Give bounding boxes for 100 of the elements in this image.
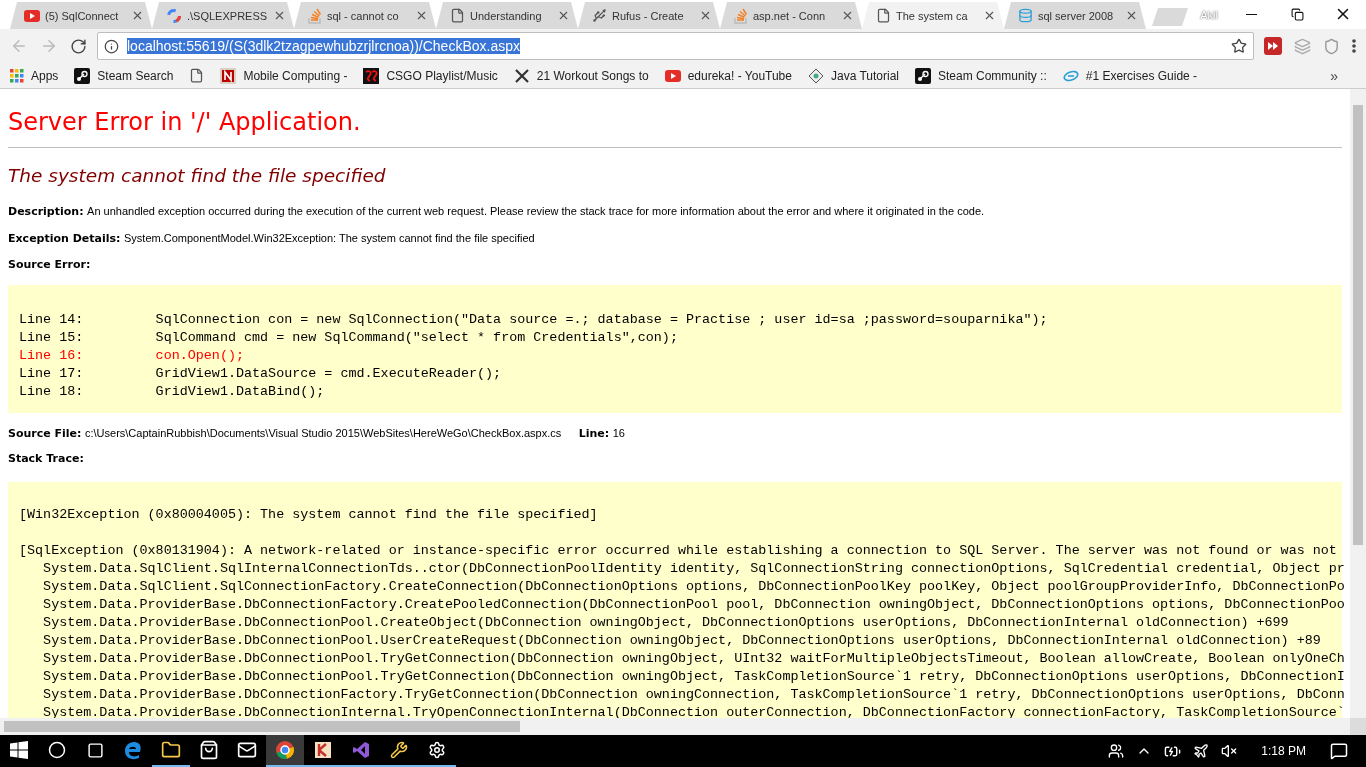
stack-trace-line: System.Data.ProviderBase.DbConnectionFactory.CreatePooledConnection(DbConnectionPool pool, DbConnection owningObject, DbConnectionOptions options, DbConnectionPoo xyxy=(42,596,1342,614)
more-bookmarks-button[interactable]: » xyxy=(1330,67,1338,84)
field-label: Line: xyxy=(578,427,610,440)
fast-forward-icon xyxy=(1264,37,1282,55)
close-icon[interactable] xyxy=(415,9,428,22)
layers-icon xyxy=(1294,37,1311,55)
error-detail: Description: An unhandled exception occurred during the execution of the current web request. Please review the stack trace for more information about the error and where it originated in the code. xyxy=(8,204,986,219)
wave-logo-icon xyxy=(363,67,380,84)
bookmark[interactable]: Java Tutorial xyxy=(807,67,899,84)
menu-icon xyxy=(1352,39,1356,53)
page-heading: Server Error in '/' Application. xyxy=(8,107,362,137)
shield-icon xyxy=(1323,37,1340,55)
notification-icon[interactable] xyxy=(1330,742,1348,760)
close-icon[interactable] xyxy=(273,9,286,22)
stack-trace-line: System.Data.ProviderBase.DbConnectionPool.TryGetConnection(DbConnection owningObject, TaskCompletionSource`1 retry, DbConnectionOptions userOptions, DbConnectionI xyxy=(42,668,1342,686)
page-icon xyxy=(189,68,205,83)
folder-icon xyxy=(161,740,181,760)
close-icon[interactable] xyxy=(1125,9,1138,22)
k-logo-icon xyxy=(313,740,333,760)
play-icon xyxy=(24,9,40,22)
browser-tab[interactable]: Understanding xyxy=(436,2,578,29)
clock[interactable]: 1:18 PM xyxy=(1261,744,1306,758)
browser-tab[interactable]: .\SQLEXPRESS xyxy=(152,2,294,29)
bookmark[interactable]: Steam Search xyxy=(74,67,174,84)
browser-tab[interactable]: sql - cannot co xyxy=(294,2,436,29)
stack-trace-line: System.Data.ProviderBase.DbConnectionInternal.TryOpenConnectionInternal(DbConnection outerConnection, DbConnectionFactory connectionFactory, TaskCompletionSource` xyxy=(42,704,1342,718)
windows-logo-icon xyxy=(10,741,28,759)
e-logo-icon xyxy=(1062,68,1079,83)
bookmark[interactable]: #1 Exercises Guide - xyxy=(1062,68,1198,83)
stack-trace-line: System.Data.SqlClient.SqlConnectionFactory.CreateConnection(DbConnectionOptions options, DbConnectionPoolKey poolKey, Object poolGroupProviderInfo, DbConnectionPo xyxy=(42,578,1342,596)
task-view-icon xyxy=(86,741,104,759)
play-icon xyxy=(664,69,681,82)
close-icon[interactable] xyxy=(131,9,144,22)
browser-tab[interactable]: The system ca xyxy=(862,2,1004,29)
info-icon xyxy=(104,38,119,54)
bookmark[interactable]: edureka! - YouTube xyxy=(664,68,792,83)
stack-icon xyxy=(734,7,748,24)
url-text: localhost:55619/(S(3dlk2tzagpewhubzrjlrcnoa))/CheckBox.aspx xyxy=(127,38,520,54)
stack-trace-line: System.Data.SqlClient.SqlInternalConnectionTds..ctor(DbConnectionPoolIdentity identity, SqlConnectionString connectionOptions, SqlCredential credential, Object pr xyxy=(42,560,1342,578)
horizontal-scrollbar[interactable] xyxy=(0,718,1350,735)
extension-button[interactable] xyxy=(1262,35,1284,57)
people-icon[interactable] xyxy=(1108,743,1125,759)
close-icon[interactable] xyxy=(841,9,854,22)
field-label: Source File: xyxy=(8,427,82,440)
bookmark[interactable]: CSGO Playlist/Music xyxy=(363,67,498,84)
stack-trace-line: [Win32Exception (0x80004005): The system cannot find the file specified] xyxy=(19,506,599,524)
steam-icon xyxy=(915,67,931,84)
close-icon[interactable] xyxy=(699,9,712,22)
grid-icon xyxy=(10,68,24,83)
star-icon[interactable] xyxy=(1231,38,1247,54)
file-path: c:\Users\CaptainRubbish\Documents\Visual Studio 2015\WebSites\HereWeGo\CheckBox.aspx.cs xyxy=(84,427,562,439)
browser-tab[interactable]: (5) SqlConnect xyxy=(10,2,152,29)
restore-icon xyxy=(1290,7,1304,21)
code-line: Line 17: GridView1.DataSource = cmd.ExecuteReader(); xyxy=(19,365,503,383)
circle-icon xyxy=(48,741,66,759)
error-title: The system cannot find the file specified xyxy=(8,164,387,188)
address-field[interactable]: localhost:55619/(S(3dlk2tzagpewhubzrjlrcnoa))/CheckBox.aspx xyxy=(97,32,1254,60)
close-icon[interactable] xyxy=(557,9,570,22)
infinity-logo-icon xyxy=(351,740,371,760)
section-label: Stack Trace: xyxy=(8,452,84,465)
bookmark[interactable]: Apps xyxy=(10,68,59,83)
code-line: Line 18: GridView1.DataBind(); xyxy=(19,383,326,401)
bookmark[interactable]: Mobile Computing - xyxy=(220,67,348,84)
forward-arrow-icon xyxy=(40,37,58,55)
scrollbar-corner xyxy=(1350,718,1366,735)
stack-icon xyxy=(308,7,322,24)
mute-icon[interactable] xyxy=(1221,743,1238,759)
page-icon xyxy=(450,8,465,23)
close-icon[interactable] xyxy=(983,9,996,22)
database-icon xyxy=(1018,8,1033,23)
bookmark[interactable]: Steam Community :: xyxy=(915,67,1047,84)
n-logo-icon xyxy=(220,67,237,84)
error-detail: Exception Details: System.ComponentModel.Win32Exception: The system cannot find the file specified xyxy=(8,231,536,246)
chrome-logo-icon xyxy=(275,740,295,760)
usb-icon xyxy=(592,8,607,23)
ring-icon xyxy=(166,7,182,24)
shopping-bag-icon xyxy=(199,740,219,760)
stack-trace-line: System.Data.ProviderBase.DbConnectionPool.UserCreateRequest(DbConnection owningObject, DbConnectionOptions userOptions, DbConnectionInternal oldConnection) +89 xyxy=(42,632,1322,650)
browser-tab[interactable]: Rufus - Create xyxy=(578,2,720,29)
stack-trace-line: [SqlException (0x80131904): A network-related or instance-specific error occurred while establishing a connection to SQL Server. The server was not found or was not xyxy=(19,542,1338,560)
wrench-icon xyxy=(390,741,408,759)
stack-trace-line: System.Data.ProviderBase.DbConnectionPool.TryGetConnection(DbConnection owningObject, UInt32 waitForMultipleObjectsTimeout, Boolean allowCreate, Boolean onlyOneCh xyxy=(42,650,1342,668)
minimize-icon xyxy=(1245,13,1257,15)
vertical-scrollbar[interactable] xyxy=(1350,89,1366,718)
stack-trace-line: System.Data.ProviderBase.DbConnectionPool.CreateObject(DbConnection owningObject, DbConnectionOptions userOptions, DbConnectionInternal oldConnection) +699 xyxy=(42,614,1290,632)
browser-tab[interactable]: asp.net - Conn xyxy=(720,2,862,29)
reload-icon xyxy=(70,37,87,55)
profile-name[interactable]: Akil xyxy=(1200,8,1218,21)
settings-icon xyxy=(428,741,446,759)
envelope-icon xyxy=(237,740,257,760)
browser-tab[interactable]: sql server 2008 xyxy=(1004,2,1146,29)
stack-trace-line: System.Data.ProviderBase.DbConnectionFactory.TryGetConnection(DbConnection owningConnection, TaskCompletionSource`1 retry, DbConnectionOptions userOptions, DbConn xyxy=(42,686,1342,704)
menu-button[interactable] xyxy=(1350,37,1358,55)
airplane-icon[interactable] xyxy=(1193,743,1210,759)
cross-icon xyxy=(513,67,530,84)
bookmark[interactable]: 21 Workout Songs to xyxy=(513,67,649,84)
bookmark[interactable] xyxy=(189,68,205,83)
taskbar-app[interactable] xyxy=(266,735,304,767)
code-line: Line 15: SqlCommand cmd = new SqlCommand("select * from Credentials",con); xyxy=(19,329,679,347)
page-icon xyxy=(876,8,891,23)
